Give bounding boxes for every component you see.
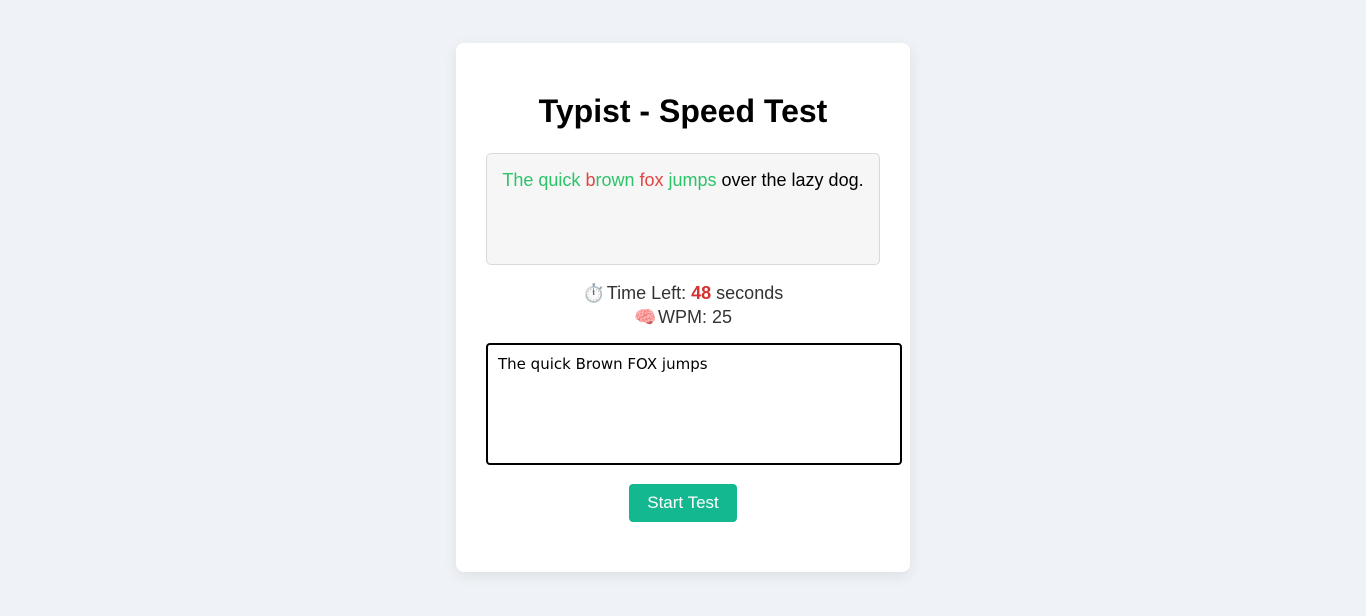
typing-input[interactable] [486, 343, 902, 465]
wpm-stat: 🧠WPM: 25 [456, 305, 910, 329]
passage-segment-incorrect: b [585, 170, 596, 190]
start-test-button[interactable]: Start Test [629, 484, 737, 522]
time-left-value: 48 [691, 283, 712, 303]
page-title: Typist - Speed Test [538, 93, 828, 129]
time-left-label: Time Left: [606, 283, 692, 303]
passage-segment-correct: rown [595, 170, 640, 190]
time-left-unit: seconds [711, 283, 784, 303]
passage-segment-correct: jumps [663, 170, 717, 190]
passage-segment-correct: The quick [502, 170, 586, 190]
passage-text: The quick brown fox jumps over the lazy … [486, 153, 880, 265]
time-left-stat: ⏱️Time Left: 48 seconds [456, 281, 910, 305]
stopwatch-icon: ⏱️ [582, 283, 606, 303]
test-card: Typist - Speed Test The quick brown fox … [456, 43, 910, 572]
passage-segment-incorrect: fox [639, 170, 664, 190]
wpm-label: WPM: 25 [657, 307, 732, 327]
passage-segment-pending: over the lazy dog. [716, 170, 864, 190]
brain-icon: 🧠 [633, 307, 657, 327]
